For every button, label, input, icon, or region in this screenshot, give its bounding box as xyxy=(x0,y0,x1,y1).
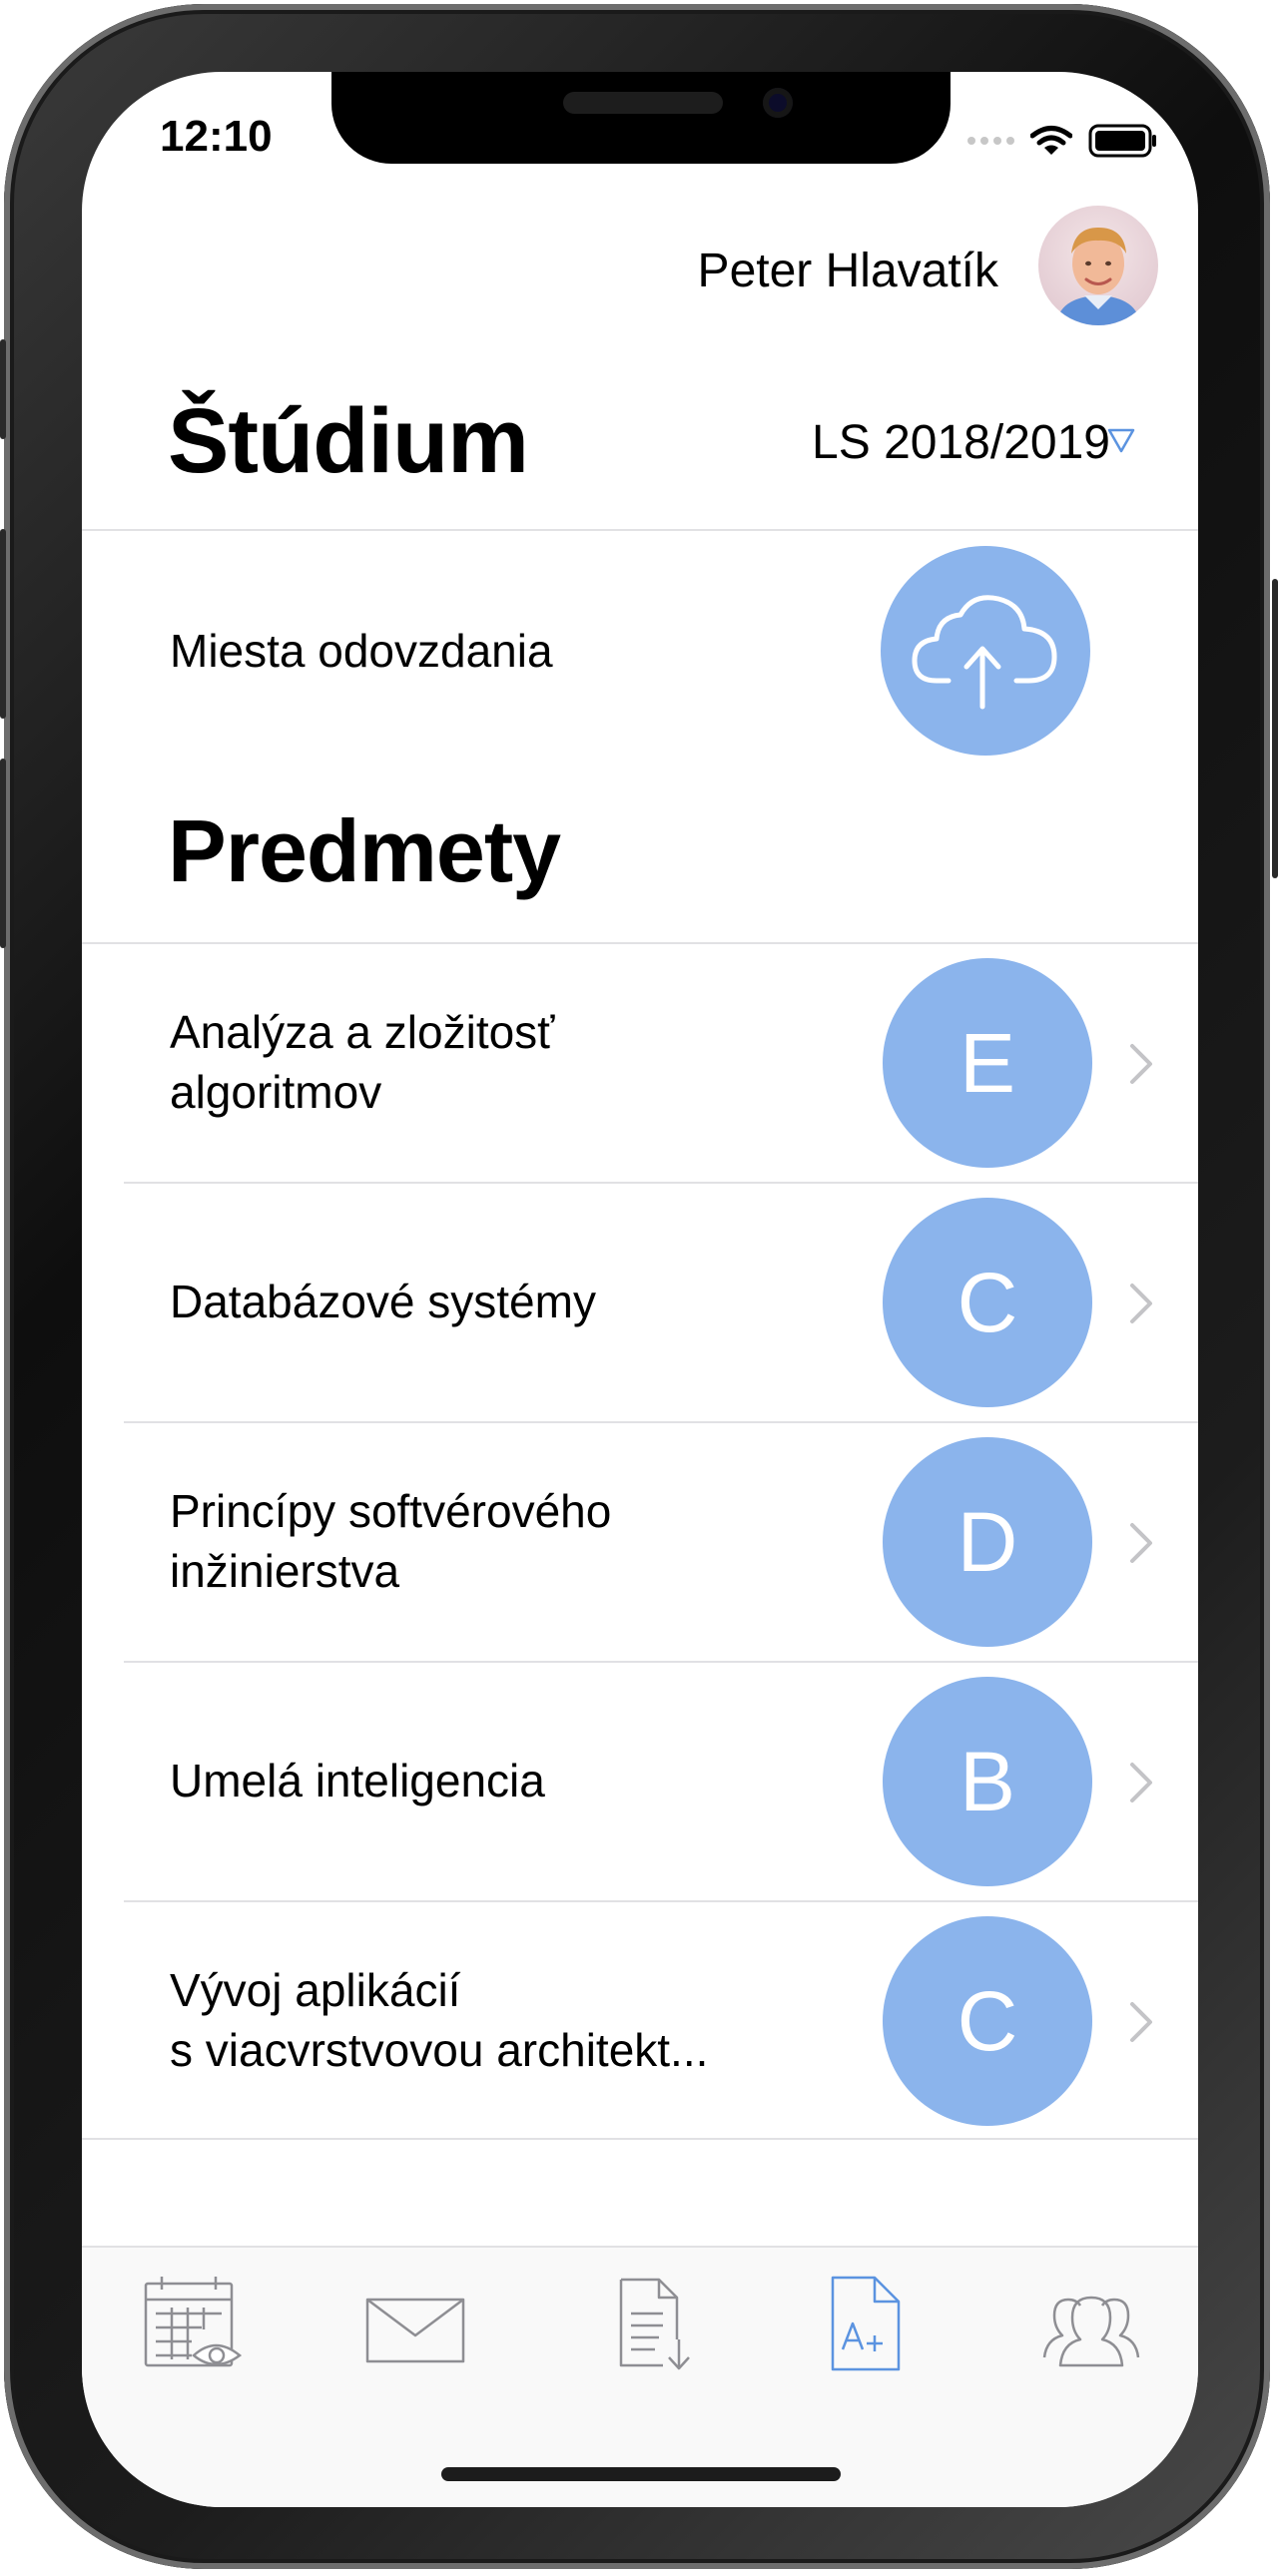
divider xyxy=(124,1182,1198,1184)
grade-badge: D xyxy=(883,1437,1092,1647)
divider xyxy=(124,1900,1198,1902)
chevron-right-icon xyxy=(1130,1523,1152,1563)
subject-name: Analýza a zložitosť algoritmov xyxy=(170,1006,555,1118)
subject-name: Umelá inteligencia xyxy=(170,1755,545,1806)
subject-name: Databázové systémy xyxy=(170,1276,596,1327)
avatar[interactable] xyxy=(1038,206,1158,325)
page-title: Štúdium xyxy=(168,390,529,492)
dropdown-triangle-icon[interactable] xyxy=(1106,425,1136,455)
status-time: 12:10 xyxy=(160,112,273,161)
status-icons xyxy=(967,124,1158,158)
silent-switch xyxy=(0,339,6,439)
chevron-right-icon xyxy=(1130,2002,1152,2042)
grade-badge: E xyxy=(883,958,1092,1168)
grade-badge: C xyxy=(883,1198,1092,1407)
upload-locations-label[interactable]: Miesta odovzdania xyxy=(170,621,553,681)
cloud-upload-button[interactable] xyxy=(881,546,1090,756)
calendar-eye-icon[interactable] xyxy=(142,2274,242,2373)
divider xyxy=(82,529,1198,531)
subjects-title: Predmety xyxy=(168,801,561,900)
cloud-upload-icon xyxy=(912,595,1057,710)
grade-document-icon[interactable] xyxy=(821,2274,911,2373)
chevron-right-icon xyxy=(1130,1284,1152,1323)
wifi-icon xyxy=(1030,126,1072,155)
notch xyxy=(331,72,951,164)
people-icon[interactable] xyxy=(1036,2274,1146,2373)
grade-badge: C xyxy=(883,1916,1092,2126)
semester-selector[interactable]: LS 2018/2019 xyxy=(812,415,1110,470)
home-indicator[interactable] xyxy=(441,2467,841,2481)
volume-up-button xyxy=(0,529,6,719)
divider xyxy=(124,1661,1198,1663)
chevron-right-icon xyxy=(1130,1763,1152,1803)
mail-icon[interactable] xyxy=(363,2274,467,2373)
battery-icon xyxy=(1088,124,1156,158)
speaker xyxy=(563,92,723,114)
subject-name: Princípy softvérového inžinierstva xyxy=(170,1485,612,1597)
document-download-icon[interactable] xyxy=(597,2274,697,2373)
chevron-right-icon xyxy=(1130,1044,1152,1084)
power-button xyxy=(1272,579,1278,878)
subject-name: Vývoj aplikácií s viacvrstvovou architekt… xyxy=(170,1964,709,2076)
signal-icon xyxy=(967,137,1014,145)
front-camera xyxy=(763,88,793,118)
grade-badge: B xyxy=(883,1677,1092,1886)
volume-down-button xyxy=(0,759,6,948)
phone-screen: 12:10 Peter Hlavatík Štúdium LS 2018/201… xyxy=(82,72,1198,2507)
user-name[interactable]: Peter Hlavatík xyxy=(698,244,998,298)
divider xyxy=(124,1421,1198,1423)
divider xyxy=(82,2138,1198,2140)
divider xyxy=(82,942,1198,944)
